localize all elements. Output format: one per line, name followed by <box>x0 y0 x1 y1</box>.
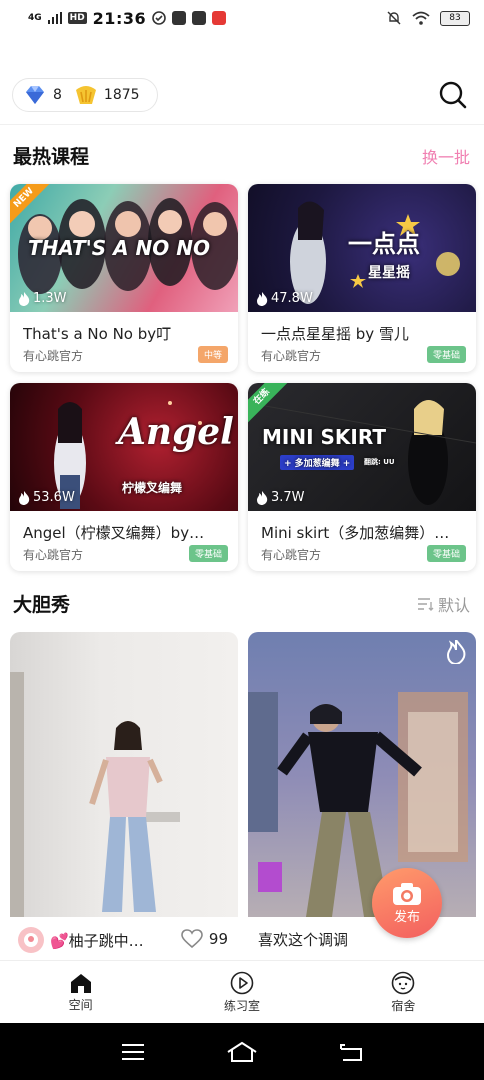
thumbnail-title: 一点点 <box>348 230 420 258</box>
hot-courses-title: 最热课程 <box>13 146 90 168</box>
fire-icon <box>257 291 268 306</box>
diamond-count: 8 <box>53 87 62 103</box>
course-title: That's a No No by叮 <box>23 325 172 343</box>
sort-button[interactable]: 默认 <box>417 592 470 616</box>
course-title: 一点点星星摇 by 雪儿 <box>261 325 409 343</box>
fire-icon <box>446 640 466 664</box>
publish-button[interactable]: 发布 <box>372 868 442 938</box>
nav-tab-space[interactable]: 空间 <box>0 961 161 1023</box>
post-caption: 喜欢这个调调 <box>258 931 349 949</box>
nav-label: 宿舍 <box>391 998 416 1013</box>
menu-icon[interactable] <box>121 1043 145 1061</box>
search-icon[interactable] <box>438 80 468 110</box>
level-badge: 零基础 <box>426 545 466 562</box>
course-card-1[interactable]: THAT'S A NO NO NEW 1.3W That's a No No b… <box>10 184 238 372</box>
face-icon <box>392 971 415 994</box>
fire-icon <box>19 490 30 505</box>
course-title: Mini skirt（多加葱编舞）… <box>261 524 450 542</box>
coin-count: 1875 <box>103 87 140 103</box>
thumbnail-subtitle: 柠檬叉编舞 <box>122 481 183 495</box>
show-video-thumbnail <box>248 632 476 917</box>
app-notification-icon <box>172 11 187 25</box>
system-nav-bar <box>0 1023 484 1080</box>
course-card-3[interactable]: Angel 柠檬叉编舞 53.6W Angel（柠檬叉编舞）by… 有心跳官方 … <box>10 383 238 571</box>
sort-icon <box>417 598 434 611</box>
coin-icon <box>75 86 96 104</box>
home-button-icon[interactable] <box>226 1041 258 1063</box>
thumbnail-title: THAT'S A NO NO <box>28 236 210 260</box>
view-count-value: 53.6W <box>33 490 75 505</box>
level-badge: 零基础 <box>188 545 228 562</box>
signal-icon <box>47 12 62 24</box>
nav-tab-practice-room[interactable]: 练习室 <box>161 961 322 1023</box>
like-count: 99 <box>208 930 228 948</box>
view-count: 3.7W <box>256 490 305 505</box>
course-author: 有心跳官方 <box>23 548 84 562</box>
mute-bell-icon <box>387 11 401 25</box>
level-badge: 中等 <box>197 346 228 363</box>
divider <box>0 124 484 125</box>
avatar-icon <box>24 933 38 947</box>
fire-icon <box>19 291 30 306</box>
fire-icon <box>257 490 268 505</box>
currency-pill[interactable]: 8 1875 <box>12 78 158 112</box>
refresh-batch-button[interactable]: 换一批 <box>422 144 470 168</box>
thumbnail-subtitle: 星星摇 <box>368 265 410 281</box>
nav-label: 练习室 <box>223 998 260 1013</box>
thumbnail-title: MINI SKIRT <box>262 425 386 449</box>
thumbnail-note: 翻跳: UU <box>364 458 395 466</box>
course-author: 有心跳官方 <box>23 349 84 363</box>
like-button[interactable]: 99 <box>181 929 228 949</box>
play-circle-icon <box>230 971 254 994</box>
diamond-icon <box>26 86 44 104</box>
level-badge: 零基础 <box>426 346 466 363</box>
view-count-value: 3.7W <box>271 490 305 505</box>
view-count: 47.8W <box>256 291 313 306</box>
nav-tab-dorm[interactable]: 宿舍 <box>323 961 484 1023</box>
course-card-2[interactable]: 一点点 星星摇 47.8W 一点点星星摇 by 雪儿 有心跳官方 零基础 <box>248 184 476 372</box>
view-count-value: 47.8W <box>271 291 313 306</box>
camera-icon <box>393 882 421 905</box>
network-indicator: 4G <box>28 12 42 23</box>
bold-show-title: 大胆秀 <box>13 594 71 616</box>
avatar[interactable] <box>18 927 44 953</box>
course-thumbnail: THAT'S A NO NO NEW 1.3W <box>10 184 238 312</box>
course-author: 有心跳官方 <box>261 349 322 363</box>
top-bar: 8 1875 <box>0 76 484 116</box>
home-icon <box>70 973 91 993</box>
view-count: 53.6W <box>18 490 75 505</box>
show-post-1[interactable]: 💕柚子跳中… 99 <box>10 632 238 962</box>
check-circle-icon <box>152 11 166 25</box>
course-title: Angel（柠檬叉编舞）by… <box>23 524 205 542</box>
publish-label: 发布 <box>393 909 420 925</box>
news-notification-icon <box>212 11 227 25</box>
back-icon[interactable] <box>339 1042 363 1062</box>
post-username: 💕柚子跳中… <box>50 932 144 950</box>
clock: 21:36 <box>92 8 147 28</box>
hd-badge: HD <box>67 12 87 24</box>
thumbnail-title: Angel <box>118 411 234 453</box>
show-post-2[interactable]: 喜欢这个调调 <box>248 632 476 962</box>
course-card-4[interactable]: MINI SKIRT + 多加葱编舞 + 翻跳: UU 在练 3.7W Mini… <box>248 383 476 571</box>
battery-indicator: 83 <box>440 10 470 26</box>
wifi-icon <box>412 11 430 25</box>
course-thumbnail: Angel 柠檬叉编舞 53.6W <box>10 383 238 511</box>
show-post-footer: 💕柚子跳中… 99 <box>10 917 238 962</box>
course-thumbnail: MINI SKIRT + 多加葱编舞 + 翻跳: UU 在练 3.7W <box>248 383 476 511</box>
sort-label: 默认 <box>437 596 470 615</box>
status-bar: 4G HD 21:36 83 <box>0 0 484 36</box>
thumbnail-subtitle: + 多加葱编舞 + <box>280 455 355 470</box>
course-thumbnail: 一点点 星星摇 47.8W <box>248 184 476 312</box>
view-count: 1.3W <box>18 291 67 306</box>
nav-label: 空间 <box>68 997 93 1012</box>
course-author: 有心跳官方 <box>261 548 322 562</box>
show-video-thumbnail <box>10 632 238 917</box>
heart-icon <box>181 929 203 949</box>
bottom-nav: 空间 练习室 宿舍 <box>0 960 484 1023</box>
view-count-value: 1.3W <box>33 291 67 306</box>
mail-notification-icon <box>192 11 207 25</box>
show-post-footer: 喜欢这个调调 <box>248 917 476 962</box>
